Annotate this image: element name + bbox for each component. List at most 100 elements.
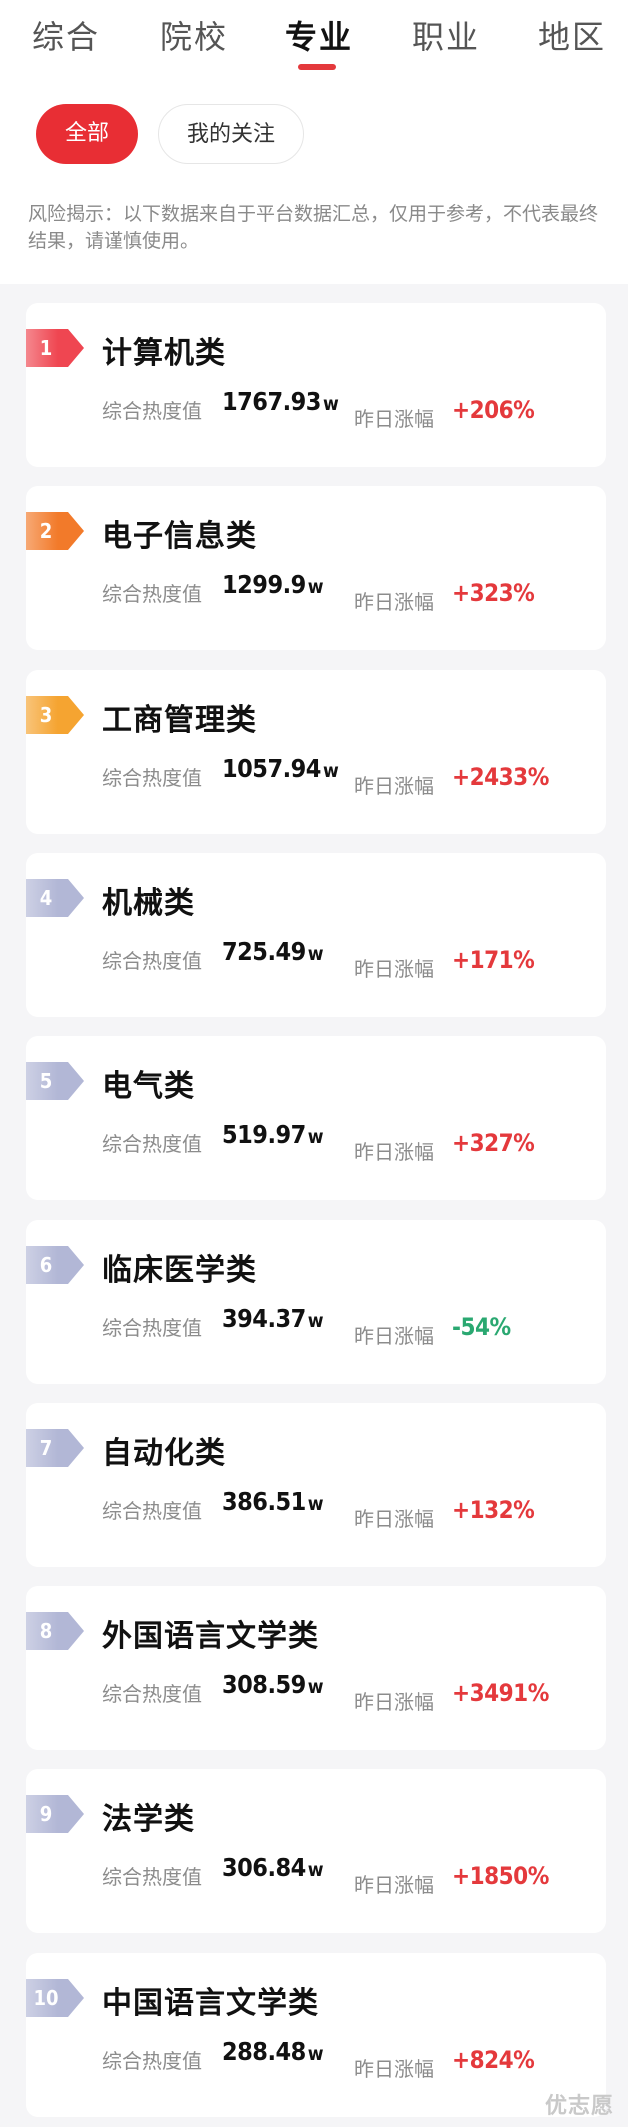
heat-value: 1299.9 w [222, 570, 324, 599]
heat-value: 306.84 w [222, 1853, 324, 1882]
rank-number: 7 [39, 1436, 53, 1460]
heat-number: 394.37 [222, 1304, 306, 1333]
rank-number: 1 [39, 336, 53, 360]
ranking-card[interactable]: 7 自动化类综合热度值 386.51 w 昨日涨幅 +132% [26, 1403, 606, 1567]
ranking-card[interactable]: 5 电气类综合热度值 519.97 w 昨日涨幅 +327% [26, 1036, 606, 1200]
heat-label: 综合热度值 [102, 766, 202, 790]
heat-number: 725.49 [222, 937, 306, 966]
heat-number: 519.97 [222, 1120, 306, 1149]
change-label: 昨日涨幅 [354, 2057, 434, 2081]
heat-unit: w [307, 1676, 324, 1698]
change-value: +3491% [452, 1679, 549, 1707]
heat-value: 1057.94 w [222, 754, 339, 783]
ranking-card[interactable]: 3 工商管理类综合热度值 1057.94 w 昨日涨幅 +2433% [26, 670, 606, 834]
active-tab-indicator [298, 64, 336, 70]
change-label: 昨日涨幅 [354, 774, 434, 798]
heat-unit: w [307, 1126, 324, 1148]
heat-label: 综合热度值 [102, 1865, 202, 1889]
ranking-card[interactable]: 10 中国语言文学类综合热度值 288.48 w 昨日涨幅 +824% [26, 1953, 606, 2117]
major-name: 法学类 [102, 1802, 195, 1837]
rank-number: 2 [39, 519, 53, 543]
heat-label: 综合热度值 [102, 1682, 202, 1706]
major-name: 机械类 [102, 886, 195, 921]
rank-number: 10 [33, 1986, 59, 2010]
major-name: 中国语言文学类 [102, 1986, 319, 2021]
change-label: 昨日涨幅 [354, 407, 434, 431]
ranking-card[interactable]: 8 外国语言文学类综合热度值 308.59 w 昨日涨幅 +3491% [26, 1586, 606, 1750]
tab-majors[interactable]: 专业 [285, 12, 353, 58]
change-value: +1850% [452, 1862, 549, 1890]
change-label: 昨日涨幅 [354, 1507, 434, 1531]
rank-number: 4 [39, 886, 53, 910]
major-name: 外国语言文学类 [102, 1619, 319, 1654]
major-name: 计算机类 [102, 336, 226, 371]
change-value: +206% [452, 396, 535, 424]
rank-number: 5 [39, 1069, 53, 1093]
heat-value: 394.37 w [222, 1304, 324, 1333]
heat-number: 308.59 [222, 1670, 306, 1699]
ranking-card[interactable]: 1 计算机类综合热度值 1767.93 w 昨日涨幅 +206% [26, 303, 606, 467]
change-label: 昨日涨幅 [354, 590, 434, 614]
ranking-card[interactable]: 6 临床医学类综合热度值 394.37 w 昨日涨幅 -54% [26, 1220, 606, 1384]
change-label: 昨日涨幅 [354, 1324, 434, 1348]
heat-unit: w [307, 2043, 324, 2065]
ranking-card[interactable]: 4 机械类综合热度值 725.49 w 昨日涨幅 +171% [26, 853, 606, 1017]
heat-label: 综合热度值 [102, 1316, 202, 1340]
heat-number: 1057.94 [222, 754, 321, 783]
rank-number: 3 [39, 703, 53, 727]
change-value: +2433% [452, 763, 549, 791]
change-label: 昨日涨幅 [354, 1690, 434, 1714]
heat-value: 519.97 w [222, 1120, 324, 1149]
tab-regions[interactable]: 地区 [538, 12, 606, 58]
heat-label: 综合热度值 [102, 582, 202, 606]
rank-number: 8 [39, 1619, 53, 1643]
heat-value: 1767.93 w [222, 387, 339, 416]
change-value: +132% [452, 1496, 535, 1524]
change-value: -54% [452, 1313, 511, 1341]
heat-value: 725.49 w [222, 937, 324, 966]
tab-schools[interactable]: 院校 [160, 12, 228, 58]
heat-unit: w [307, 1310, 324, 1332]
heat-label: 综合热度值 [102, 2049, 202, 2073]
filter-all-button[interactable]: 全部 [36, 104, 138, 164]
heat-number: 306.84 [222, 1853, 306, 1882]
change-value: +171% [452, 946, 535, 974]
heat-unit: w [307, 1859, 324, 1881]
category-tabs: 综合 院校 专业 职业 地区 [0, 0, 628, 80]
rank-number: 9 [39, 1802, 53, 1826]
risk-notice: 风险揭示：以下数据来自于平台数据汇总，仅用于参考，不代表最终结果，请谨慎使用。 [28, 203, 599, 252]
ranking-card[interactable]: 2 电子信息类综合热度值 1299.9 w 昨日涨幅 +323% [26, 486, 606, 650]
heat-value: 308.59 w [222, 1670, 324, 1699]
heat-unit: w [307, 576, 324, 598]
tab-careers[interactable]: 职业 [412, 12, 480, 58]
heat-value: 386.51 w [222, 1487, 324, 1516]
major-name: 工商管理类 [102, 703, 257, 738]
filter-following-button[interactable]: 我的关注 [158, 104, 304, 164]
change-label: 昨日涨幅 [354, 957, 434, 981]
ranking-card[interactable]: 9 法学类综合热度值 306.84 w 昨日涨幅 +1850% [26, 1769, 606, 1933]
watermark-logo: 优志愿 [544, 2094, 614, 2119]
tab-comprehensive[interactable]: 综合 [32, 12, 100, 58]
heat-number: 386.51 [222, 1487, 306, 1516]
rank-number: 6 [39, 1253, 53, 1277]
major-name: 电子信息类 [102, 519, 257, 554]
major-name: 临床医学类 [102, 1253, 257, 1288]
heat-label: 综合热度值 [102, 399, 202, 423]
header-panel: 综合 院校 专业 职业 地区 全部 我的关注 风险揭示：以下数据来自于平台数据汇… [0, 0, 628, 284]
change-label: 昨日涨幅 [354, 1140, 434, 1164]
change-value: +327% [452, 1129, 535, 1157]
heat-label: 综合热度值 [102, 949, 202, 973]
heat-value: 288.48 w [222, 2037, 324, 2066]
change-value: +323% [452, 579, 535, 607]
heat-label: 综合热度值 [102, 1132, 202, 1156]
heat-number: 288.48 [222, 2037, 306, 2066]
major-name: 电气类 [102, 1069, 195, 1104]
major-name: 自动化类 [102, 1436, 226, 1471]
heat-unit: w [322, 393, 339, 415]
heat-unit: w [307, 1493, 324, 1515]
change-value: +824% [452, 2046, 535, 2074]
heat-label: 综合热度值 [102, 1499, 202, 1523]
heat-number: 1767.93 [222, 387, 321, 416]
heat-unit: w [322, 760, 339, 782]
change-label: 昨日涨幅 [354, 1873, 434, 1897]
